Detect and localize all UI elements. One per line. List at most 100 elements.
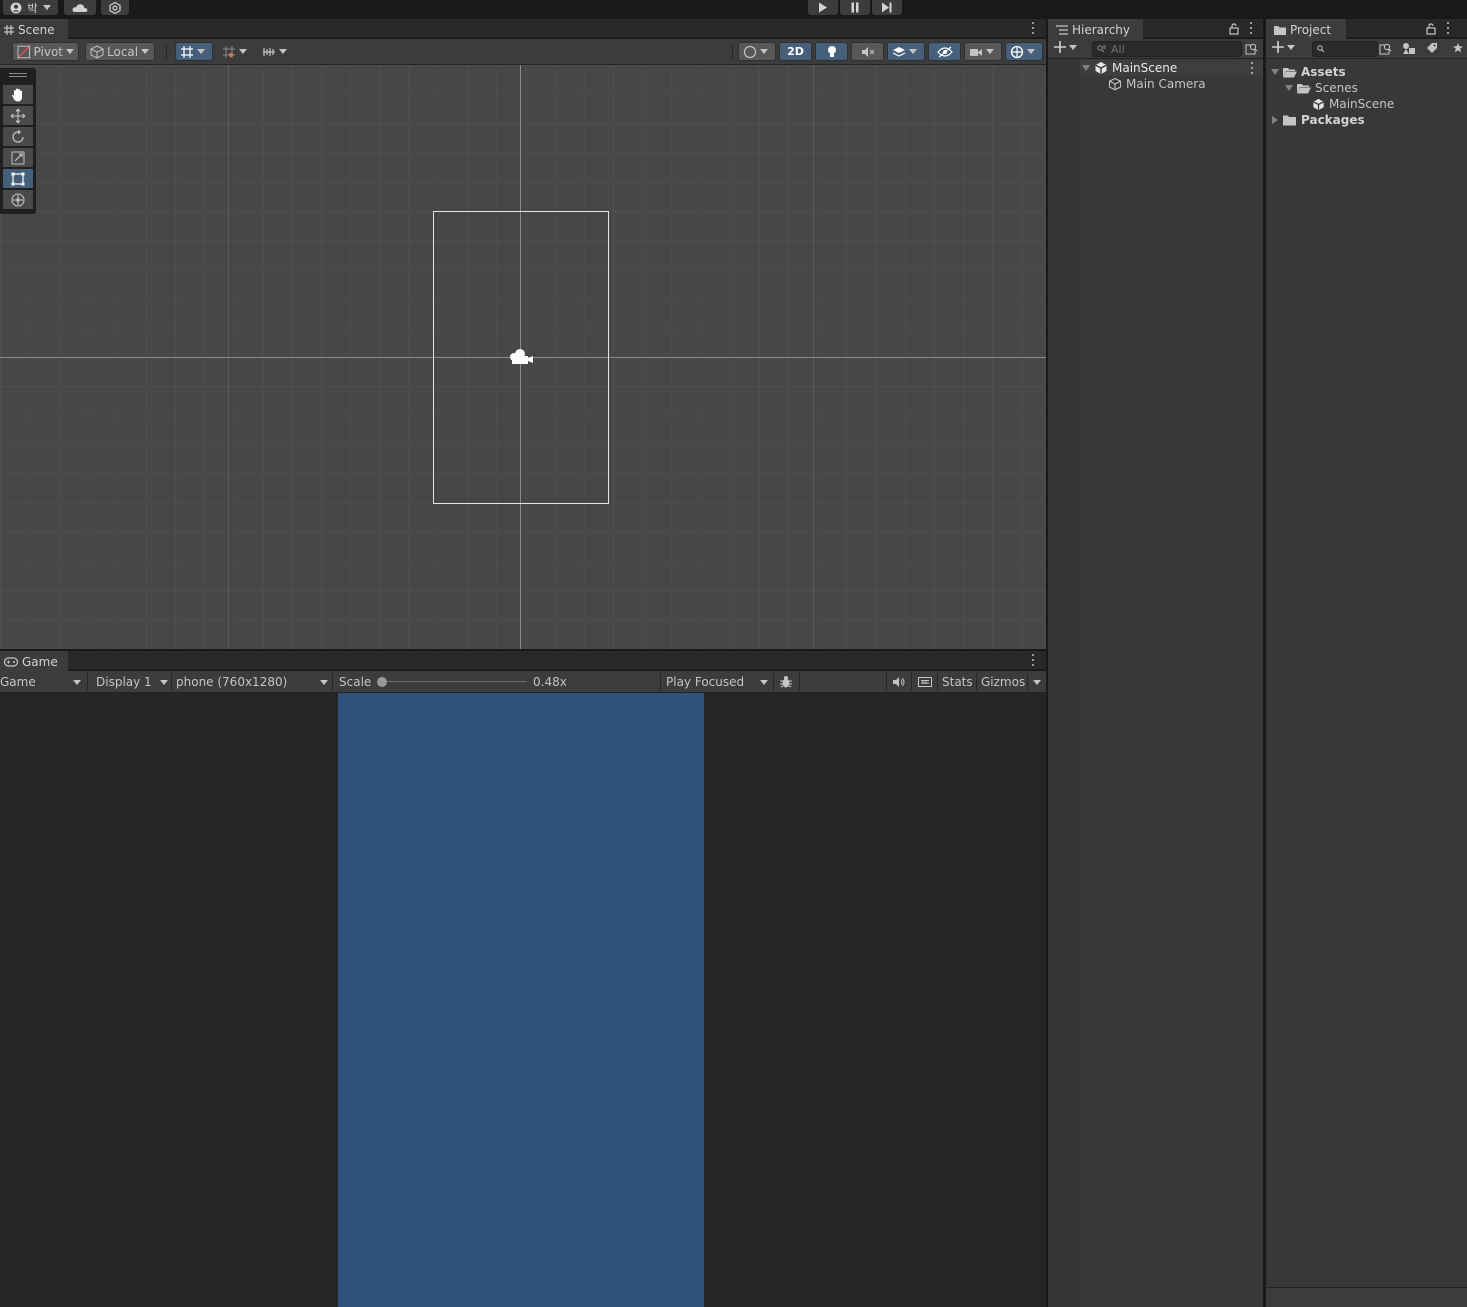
lock-icon[interactable] [1229, 23, 1239, 35]
hierarchy-search-input[interactable]: All [1092, 41, 1242, 57]
gameobject-cube-icon [1108, 77, 1122, 91]
tree-item-main-scene[interactable]: MainScene [1312, 96, 1394, 112]
scene-viewport[interactable] [0, 65, 1046, 649]
chevron-down-icon [141, 49, 150, 54]
scale-tool[interactable] [3, 148, 33, 167]
hierarchy-menu-icon[interactable] [1249, 22, 1253, 34]
expand-arrow-icon[interactable] [1082, 65, 1090, 71]
scene-header[interactable]: MainScene [1082, 60, 1177, 76]
toolbar-divider [660, 673, 661, 691]
folder-open-icon [1297, 83, 1311, 93]
lighting-toggle[interactable] [815, 42, 848, 61]
gizmos-scene-dropdown[interactable] [1005, 42, 1043, 61]
camera-gizmo-icon[interactable] [508, 348, 534, 366]
play-button[interactable] [808, 0, 838, 15]
rect-tool[interactable] [3, 169, 33, 188]
keyboard-icon [918, 677, 932, 687]
hierarchy-tabbar: Hierarchy [1048, 19, 1263, 39]
account-button[interactable]: 박 [3, 0, 58, 15]
toolbar-divider [732, 44, 733, 60]
toolbar-divider [332, 673, 333, 691]
play-mode-dropdown[interactable]: Play Focused [666, 671, 770, 693]
services-button[interactable] [101, 0, 129, 15]
toolbar-divider [799, 673, 800, 691]
tab-project[interactable]: Project [1266, 19, 1346, 39]
display-dropdown[interactable]: Display 1 [96, 671, 168, 693]
effects-dropdown[interactable] [887, 42, 925, 61]
hidden-objects-toggle[interactable] [928, 42, 961, 61]
tab-scene[interactable]: Scene [0, 19, 68, 39]
mode-2d-toggle[interactable]: 2D [779, 42, 812, 61]
step-button[interactable] [872, 0, 902, 15]
cloud-button[interactable] [64, 0, 96, 15]
expand-arrow-icon[interactable] [1271, 69, 1279, 75]
shortcuts-toggle[interactable] [917, 671, 933, 693]
scene-name: MainScene [1112, 61, 1178, 75]
increment-snap-toggle[interactable] [217, 42, 255, 61]
tree-item-assets[interactable]: Assets [1271, 64, 1346, 80]
tab-hierarchy[interactable]: Hierarchy [1048, 19, 1143, 39]
unity-scene-icon [1313, 98, 1324, 110]
shading-sphere-icon [743, 45, 757, 58]
toolbar-divider [87, 673, 88, 691]
frame-debugger-toggle[interactable] [778, 671, 794, 693]
move-tool[interactable] [3, 106, 33, 125]
rotate-tool[interactable] [3, 127, 33, 146]
stats-button[interactable]: Stats [942, 671, 973, 693]
drag-handle-icon[interactable] [9, 73, 27, 74]
account-icon [10, 2, 22, 13]
scene-menu-icon[interactable] [1031, 22, 1035, 34]
pause-button[interactable] [840, 0, 870, 15]
transform-icon [11, 192, 25, 207]
mute-audio-toggle[interactable] [891, 671, 907, 693]
search-filter-icon[interactable] [1245, 42, 1258, 55]
favorite-star-icon[interactable] [1452, 42, 1464, 54]
filter-by-type-icon[interactable] [1402, 42, 1416, 55]
resolution-dropdown[interactable]: phone (760x1280) [176, 671, 328, 693]
effects-layers-icon [892, 46, 906, 57]
collapse-arrow-icon[interactable] [1272, 116, 1278, 124]
hand-icon [12, 88, 22, 101]
scale-slider-track[interactable] [380, 681, 527, 682]
panel-splitter[interactable] [0, 649, 1046, 651]
local-dropdown[interactable]: Local [85, 42, 155, 61]
folder-open-icon [1283, 67, 1297, 77]
tree-item-scenes[interactable]: Scenes [1285, 80, 1358, 96]
pivot-dropdown[interactable]: Pivot [12, 42, 79, 61]
expand-arrow-icon[interactable] [1285, 85, 1293, 91]
gizmos-dropdown[interactable] [1031, 671, 1043, 693]
chevron-down-icon [1287, 44, 1295, 50]
game-view-dropdown[interactable]: Game [0, 671, 84, 693]
tab-game[interactable]: Game [0, 651, 68, 671]
search-icon [1097, 45, 1106, 53]
project-menu-icon[interactable] [1446, 22, 1450, 34]
audio-toggle[interactable] [851, 42, 884, 61]
chevron-down-icon [1033, 679, 1041, 685]
lock-icon[interactable] [1426, 23, 1436, 35]
grid-snap-toggle[interactable] [175, 42, 213, 61]
hand-tool[interactable] [3, 85, 33, 104]
create-asset-button[interactable] [1272, 41, 1295, 53]
hierarchy-item-main-camera[interactable]: Main Camera [1108, 76, 1206, 92]
tree-item-packages[interactable]: Packages [1271, 112, 1365, 128]
game-viewport[interactable] [0, 693, 1046, 1307]
tab-label: Project [1290, 23, 1332, 37]
scene-options-icon[interactable] [1250, 62, 1254, 74]
pause-icon [851, 2, 859, 13]
search-icon [1317, 45, 1325, 53]
search-filter-icon[interactable] [1379, 42, 1392, 55]
project-search-input[interactable] [1312, 41, 1378, 57]
filter-by-label-icon[interactable] [1426, 42, 1438, 54]
toolbar-divider [911, 673, 912, 691]
bug-icon [780, 676, 792, 688]
draw-mode-dropdown[interactable] [738, 42, 776, 61]
camera-dropdown[interactable] [964, 42, 1002, 61]
video-camera-icon [970, 48, 982, 56]
game-menu-icon[interactable] [1031, 654, 1035, 666]
gizmos-button[interactable]: Gizmos [981, 671, 1025, 693]
scale-slider-thumb[interactable] [377, 677, 387, 687]
create-button[interactable] [1054, 41, 1077, 53]
transform-tool[interactable] [3, 190, 33, 209]
align-toggle[interactable] [257, 42, 293, 61]
gizmo-globe-icon [1010, 45, 1024, 58]
